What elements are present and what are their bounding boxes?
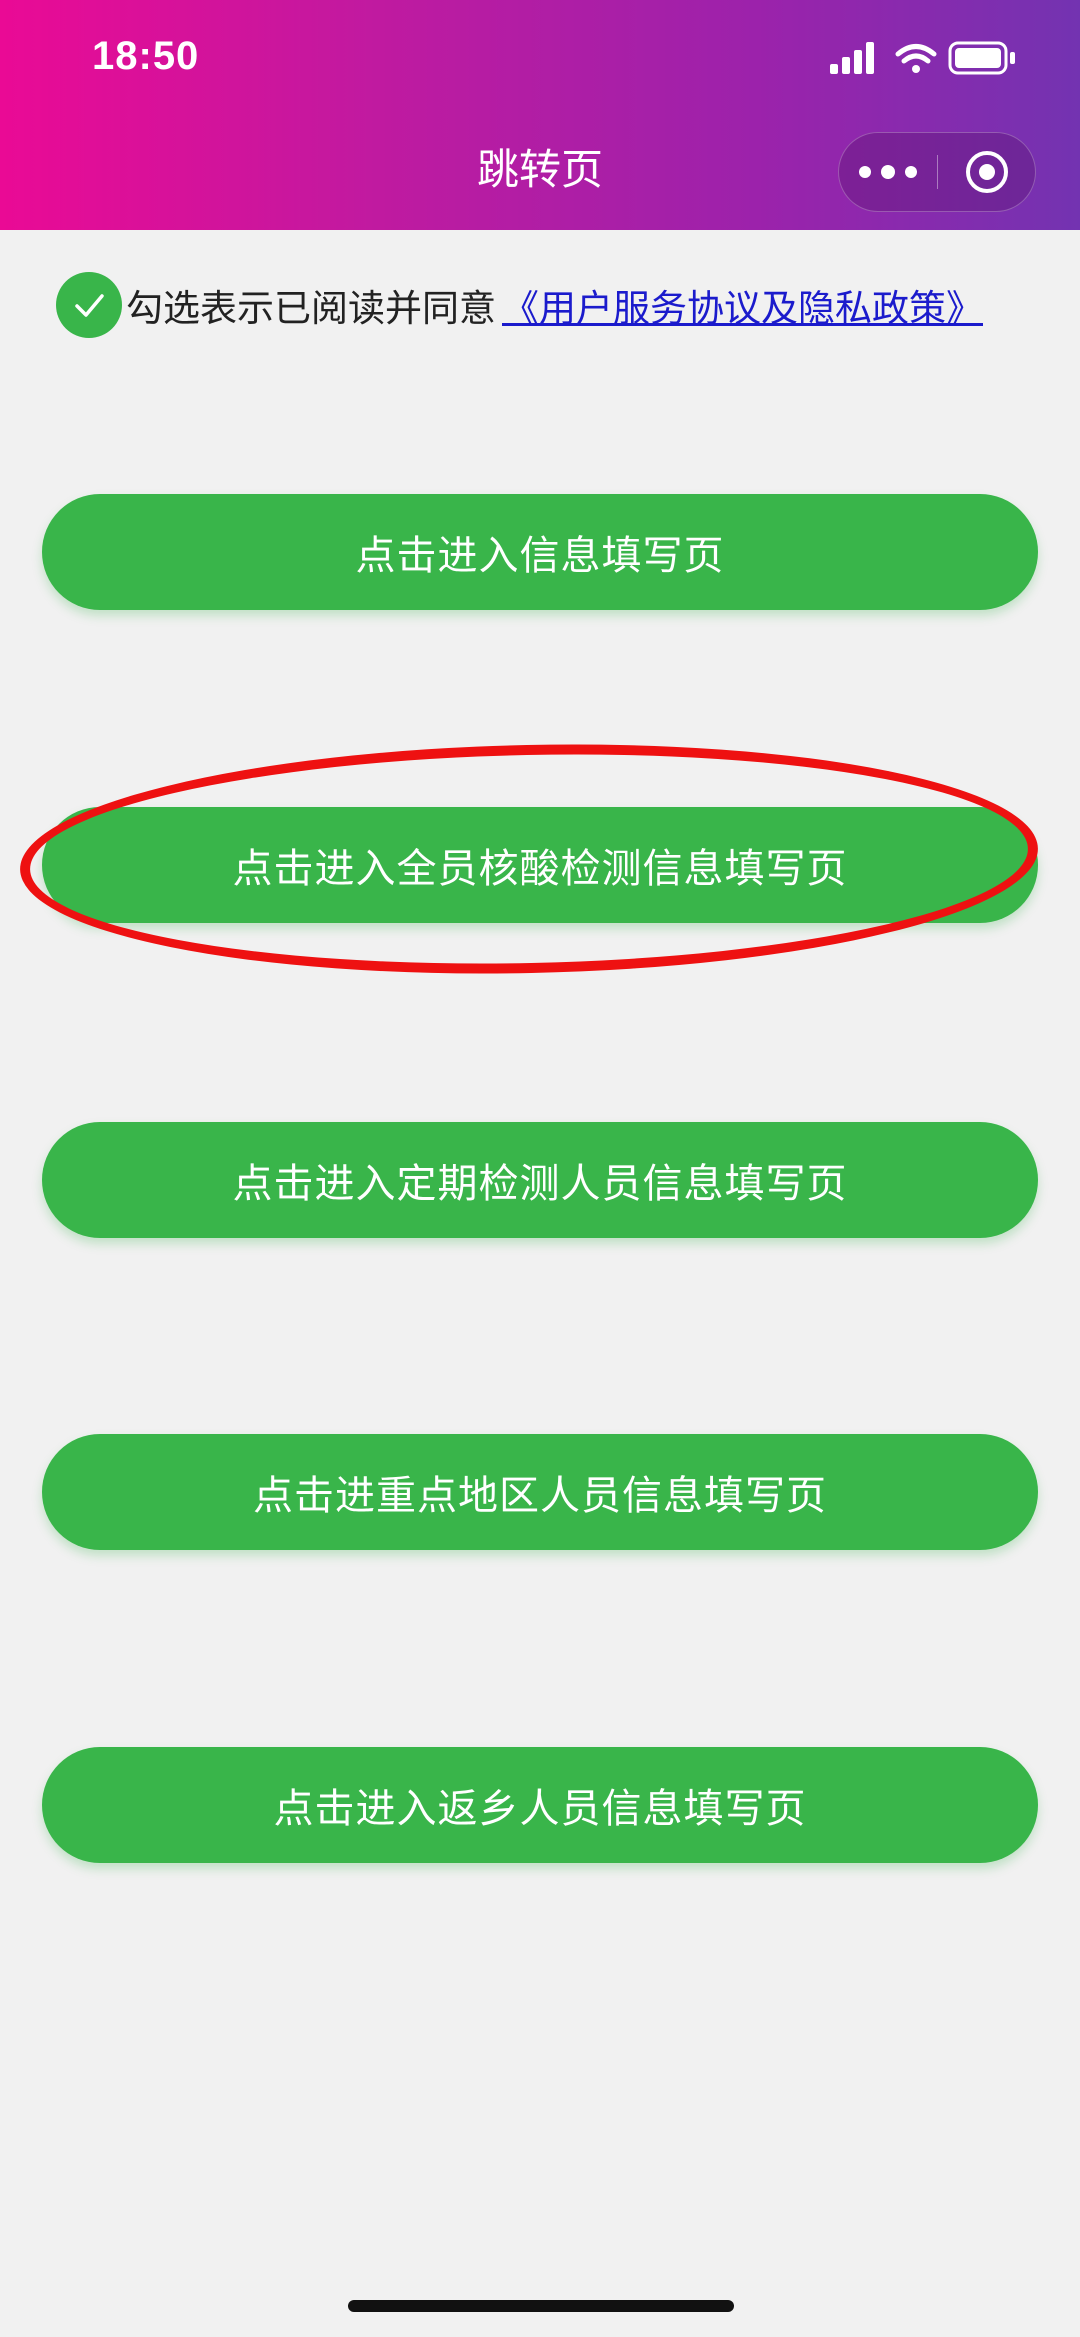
check-icon [75,294,104,317]
nucleic-test-form-button[interactable]: 点击进入全员核酸检测信息填写页 [42,807,1038,923]
signal-icon [830,42,874,74]
more-icon[interactable] [839,133,937,211]
status-icons [828,38,1028,78]
agree-checkbox[interactable] [56,272,122,338]
home-indicator [348,2300,734,2312]
close-target-icon[interactable] [939,133,1035,211]
regular-test-form-button[interactable]: 点击进入定期检测人员信息填写页 [42,1122,1038,1238]
nav-header: 18:50 跳转页 [0,0,1080,230]
mini-program-capsule [838,132,1036,212]
key-region-form-button[interactable]: 点击进重点地区人员信息填写页 [42,1434,1038,1550]
agreement-row: 勾选表示已阅读并同意 《用户服务协议及隐私政策》 [56,270,983,340]
info-form-button[interactable]: 点击进入信息填写页 [42,494,1038,610]
agreement-link[interactable]: 《用户服务协议及隐私政策》 [502,278,983,332]
capsule-divider [937,155,938,189]
wifi-icon [895,44,937,73]
agreement-text: 勾选表示已阅读并同意 [126,287,496,330]
battery-icon [948,41,1015,75]
status-time: 18:50 [92,34,200,78]
returnee-form-button[interactable]: 点击进入返乡人员信息填写页 [42,1747,1038,1863]
